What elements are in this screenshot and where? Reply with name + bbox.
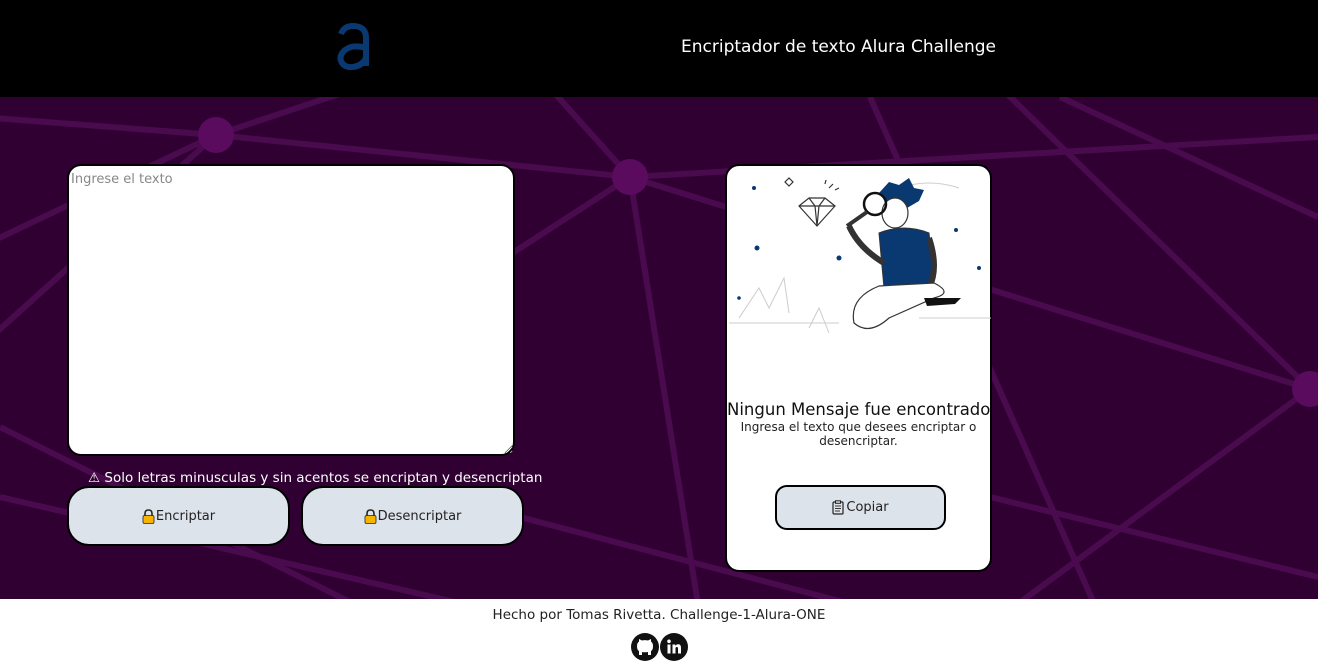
page-title: Encriptador de texto Alura Challenge xyxy=(681,37,996,57)
github-icon[interactable] xyxy=(631,633,659,661)
lock-icon xyxy=(364,508,376,524)
encrypt-button[interactable]: Encriptar xyxy=(67,486,290,546)
decrypt-label: Desencriptar xyxy=(377,508,462,524)
text-input[interactable] xyxy=(67,164,515,456)
warning-message: ⚠ Solo letras minusculas y sin acentos s… xyxy=(88,470,543,486)
decrypt-button[interactable]: Desencriptar xyxy=(301,486,524,546)
linkedin-icon[interactable] xyxy=(660,633,688,661)
output-card: Ningun Mensaje fue encontrado Ingresa el… xyxy=(725,164,992,572)
lock-icon xyxy=(142,508,155,524)
encrypt-label: Encriptar xyxy=(155,508,216,524)
alura-logo-icon[interactable] xyxy=(336,22,370,70)
person-with-magnifier-illustration xyxy=(729,177,991,334)
output-title: Ningun Mensaje fue encontrado xyxy=(727,400,991,419)
footer-credit: Hecho por Tomas Rivetta. Challenge-1-Alu… xyxy=(492,607,826,623)
header: Encriptador de texto Alura Challenge xyxy=(0,0,1318,97)
main-section: ⚠ Solo letras minusculas y sin acentos s… xyxy=(0,97,1318,599)
clipboard-icon xyxy=(832,500,844,515)
copy-button[interactable]: Copiar xyxy=(775,485,946,530)
output-subtitle: Ingresa el texto que desees encriptar o … xyxy=(740,420,977,448)
copy-label: Copiar xyxy=(846,500,889,515)
